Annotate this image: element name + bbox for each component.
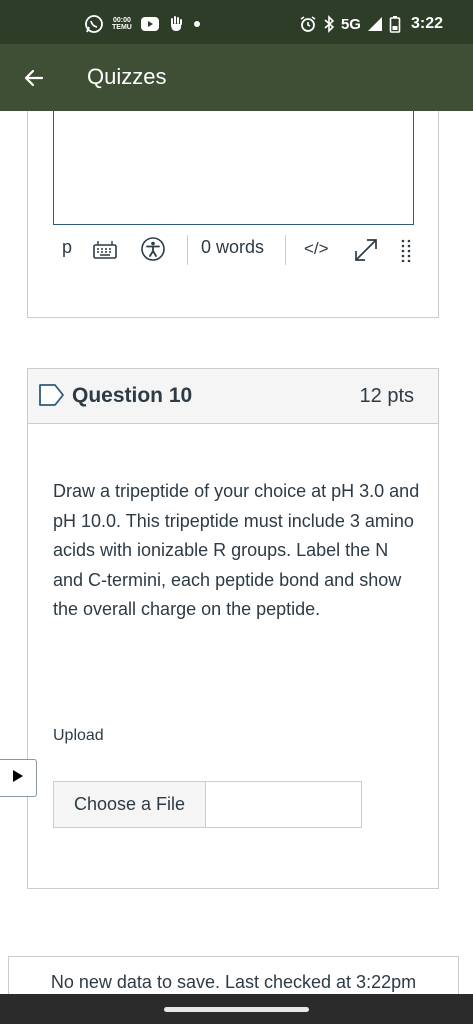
toolbar-divider [187, 235, 188, 265]
dot-icon [192, 19, 202, 29]
editor-status-toolbar: p 0 words </> [28, 231, 438, 267]
temu-notification-icon: 00:00 TEMU [112, 17, 132, 31]
question-list-toggle[interactable] [0, 759, 37, 797]
whatsapp-icon [84, 14, 104, 34]
question-card: Question 10 12 pts Draw a tripeptide of … [27, 368, 439, 889]
question-points: 12 pts [359, 385, 414, 407]
word-count[interactable]: 0 words [201, 237, 264, 258]
question-header: Question 10 12 pts [28, 369, 438, 424]
signal-icon [367, 16, 383, 32]
file-upload-field[interactable]: Choose a File [53, 781, 362, 828]
resize-drag-handle-icon[interactable] [400, 238, 412, 267]
system-navigation-bar [0, 994, 473, 1024]
play-arrow-icon [12, 769, 24, 788]
question-title: Question 10 [72, 384, 193, 407]
hand-wave-icon [168, 15, 184, 33]
previous-question-card: p 0 words </> [27, 111, 439, 318]
back-arrow-icon[interactable] [22, 66, 46, 90]
alarm-icon [299, 15, 317, 33]
keyboard-shortcuts-icon[interactable] [92, 239, 118, 266]
question-text: Draw a tripeptide of your choice at pH 3… [53, 481, 420, 619]
upload-label: Upload [53, 727, 104, 744]
battery-icon [389, 15, 401, 33]
app-bar: Quizzes [0, 44, 473, 111]
paragraph-path-button[interactable]: p [62, 237, 72, 258]
home-gesture-handle[interactable] [164, 1007, 309, 1012]
youtube-icon [140, 16, 160, 32]
toolbar-divider [285, 235, 286, 265]
accessibility-checker-icon[interactable] [140, 236, 166, 267]
quiz-content[interactable]: p 0 words </> Question 10 12 pts Draw a … [0, 111, 473, 994]
autosave-status-text: No new data to save. Last checked at 3:2… [50, 972, 417, 992]
clock: 3:22 [410, 15, 443, 32]
autosave-status-bar: No new data to save. Last checked at 3:2… [8, 956, 459, 994]
status-bar: 00:00 TEMU 5G 3:22 [0, 0, 473, 44]
temu-small-text: 00:00 [112, 17, 131, 24]
network-type: 5G [340, 15, 361, 33]
temu-text: TEMU [112, 24, 132, 31]
rich-text-editor[interactable] [53, 111, 414, 225]
bluetooth-icon [323, 15, 335, 33]
choose-file-button[interactable]: Choose a File [54, 782, 206, 827]
flag-question-icon[interactable] [38, 382, 66, 413]
page-title: Quizzes [87, 64, 167, 89]
html-editor-button[interactable]: </> [304, 239, 329, 259]
fullscreen-expand-icon[interactable] [352, 237, 380, 268]
